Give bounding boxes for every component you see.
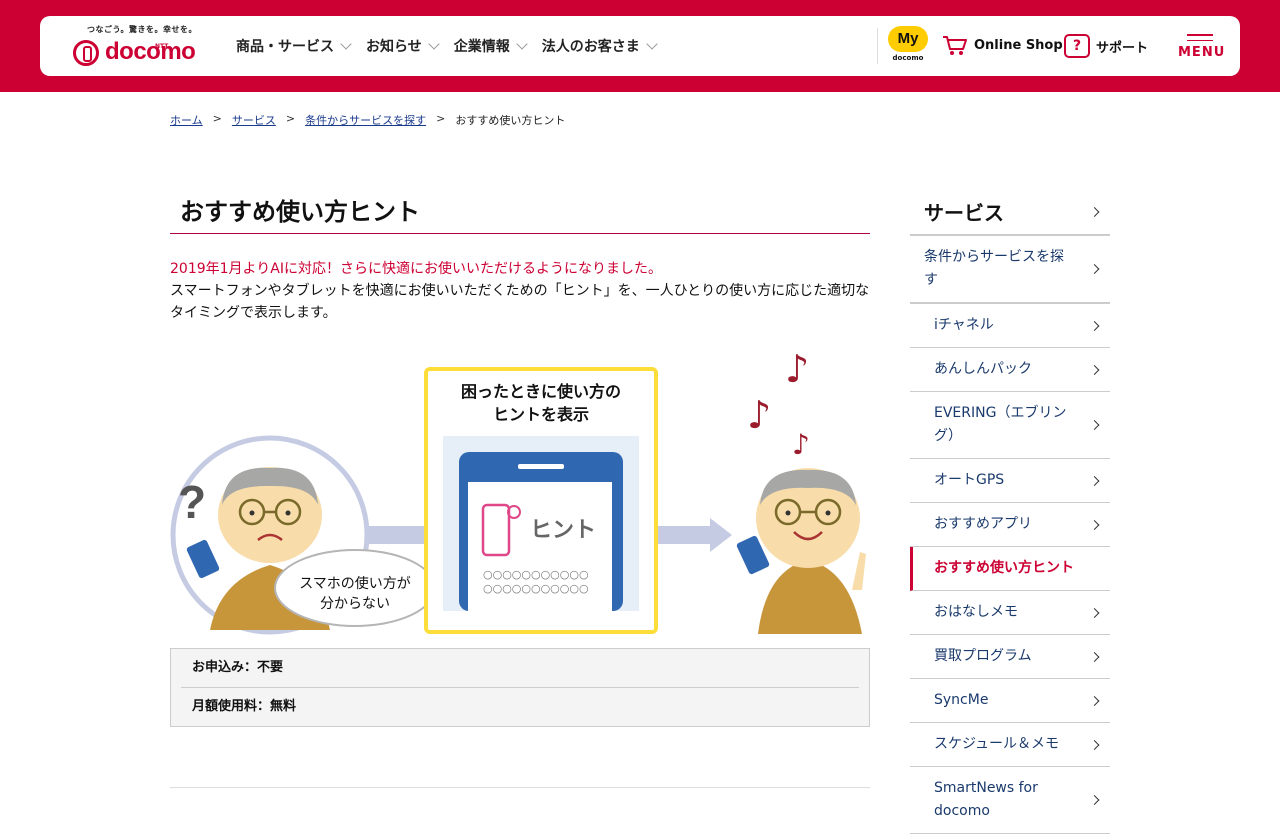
lead-text: 2019年1月よりAIに対応！さらに快適にお使いいただけるようになりました。 ス… <box>170 258 875 324</box>
sidebar-item-label: オートGPS <box>934 472 1005 488</box>
chevron-down-icon <box>516 38 528 50</box>
sidebar-item-label: おはなしメモ <box>934 604 1018 620</box>
nav-corporate[interactable]: 企業情報 <box>453 36 528 56</box>
menu-label: MENU <box>1178 45 1226 60</box>
chevron-down-icon <box>340 38 352 50</box>
docomo-mark-icon <box>73 40 99 66</box>
sidebar-item-recommended-apps[interactable]: おすすめアプリ <box>910 503 1110 547</box>
hint-dots-1: ○○○○○○○○○○○ <box>483 568 589 581</box>
breadcrumb-separator: > <box>285 112 296 125</box>
chevron-right-icon <box>1089 364 1100 375</box>
chevron-right-icon <box>1089 420 1100 430</box>
sidebar-item-ichannel[interactable]: iチャネル <box>910 304 1110 348</box>
sidebar-item-evering[interactable]: EVERING（エブリング） <box>910 392 1110 459</box>
header-divider <box>877 28 878 64</box>
nav-label: 企業情報 <box>453 39 510 55</box>
sidebar-item-syncme[interactable]: SyncMe <box>910 679 1110 723</box>
sidebar-item-label: 買取プログラム <box>934 648 1032 664</box>
nav-label: 法人のお客さま <box>541 39 640 55</box>
box-title-line-1: 困ったときに使い方の <box>461 382 621 401</box>
logo-wordmark: docomo <box>105 38 196 65</box>
chevron-right-icon <box>1089 651 1100 662</box>
lead-body: スマートフォンやタブレットを快適にお使いいただくための「ヒント」を、一人ひとりの… <box>170 283 870 321</box>
music-note-icon: ♪ <box>785 347 809 391</box>
chevron-right-icon <box>1089 519 1100 530</box>
chevron-right-icon <box>1089 475 1100 486</box>
chevron-down-icon <box>646 38 658 50</box>
hint-label: ヒント <box>530 518 596 543</box>
breadcrumb: ホーム > サービス > 条件からサービスを探す > おすすめ使い方ヒント <box>170 112 565 128</box>
speech-line-1: スマホの使い方が <box>299 575 411 592</box>
chevron-down-icon <box>428 38 440 50</box>
sidebar-item-label: EVERING（エブリング） <box>934 405 1067 444</box>
hint-illustration: ? スマホの使い方が 分からない 困ったときに使い方の ヒントを表示 ヒント ○… <box>170 347 866 635</box>
chevron-right-icon <box>1089 264 1100 274</box>
lead-highlight: 2019年1月よりAIに対応！さらに快適にお使いいただけるようになりました。 <box>170 261 662 277</box>
info-monthly-fee: 月額使用料：無料 <box>181 687 859 725</box>
support-label: サポート <box>1096 40 1149 56</box>
sidebar-item-label: おすすめアプリ <box>934 516 1032 532</box>
menu-button[interactable]: MENU <box>1178 34 1226 60</box>
sidebar-item-anshin-pack[interactable]: あんしんパック <box>910 348 1110 392</box>
breadcrumb-separator: > <box>212 112 222 125</box>
nav-news[interactable]: お知らせ <box>366 36 440 56</box>
sidebar-item-schedule-memo[interactable]: スケジュール＆メモ <box>910 723 1110 767</box>
breadcrumb-home[interactable]: ホーム <box>170 112 203 128</box>
chevron-right-icon <box>1089 795 1100 805</box>
chevron-right-icon <box>1089 695 1100 706</box>
speech-line-2: 分からない <box>320 596 390 612</box>
info-application: お申込み：不要 <box>192 660 284 675</box>
sidebar-item-label: 条件からサービスを探す <box>924 249 1064 288</box>
sidebar-item-label: あんしんパック <box>934 361 1032 377</box>
breadcrumb-service[interactable]: サービス <box>232 112 276 128</box>
chevron-right-icon <box>1089 607 1100 618</box>
nav-products[interactable]: 商品・サービス <box>236 36 352 56</box>
support-link[interactable]: ? サポート <box>1064 34 1148 58</box>
chevron-right-icon <box>1089 320 1100 331</box>
question-mark-icon: ? <box>178 476 206 528</box>
sidebar-item-parent[interactable]: 条件からサービスを探す <box>910 236 1110 304</box>
sidebar-nav: サービス 条件からサービスを探す iチャネル あんしんパック EVERING（エ… <box>910 190 1110 834</box>
nav-business[interactable]: 法人のお客さま <box>541 36 658 56</box>
breadcrumb-separator: > <box>436 112 446 125</box>
global-nav: 商品・サービス お知らせ 企業情報 法人のお客さま <box>236 36 672 56</box>
nav-label: 商品・サービス <box>236 39 334 55</box>
support-icon: ? <box>1064 34 1090 58</box>
cart-icon <box>943 36 967 55</box>
sidebar-item-label: iチャネル <box>934 317 994 333</box>
sidebar-item-smartnews[interactable]: SmartNews for docomo <box>910 767 1110 834</box>
content-divider <box>170 787 870 788</box>
music-note-icon: ♪ <box>792 428 810 461</box>
my-docomo-button[interactable]: My docomo <box>888 26 928 66</box>
info-box: お申込み：不要 月額使用料：無料 <box>170 648 870 727</box>
sidebar-item-label: スケジュール＆メモ <box>934 736 1060 752</box>
hamburger-icon <box>1178 34 1222 41</box>
sidebar-title[interactable]: サービス <box>910 190 1110 236</box>
box-title-line-2: ヒントを表示 <box>493 405 589 424</box>
music-note-icon: ♪ <box>747 393 771 437</box>
docomo-logo[interactable]: つなごう。驚きを。幸せを。 NTT docomo <box>73 24 243 72</box>
breadcrumb-search[interactable]: 条件からサービスを探す <box>305 112 426 128</box>
sidebar-item-label: おすすめ使い方ヒント <box>934 560 1074 576</box>
online-shop-label: Online Shop <box>974 37 1063 53</box>
hint-dots-2: ○○○○○○○○○○○ <box>483 582 589 595</box>
sidebar-item-usage-hints[interactable]: おすすめ使い方ヒント <box>910 547 1110 591</box>
online-shop-link[interactable]: Online Shop <box>942 34 1063 56</box>
nav-label: お知らせ <box>366 39 422 55</box>
sidebar-item-ohanashi-memo[interactable]: おはなしメモ <box>910 591 1110 635</box>
breadcrumb-current: おすすめ使い方ヒント <box>455 114 566 127</box>
global-header: つなごう。驚きを。幸せを。 NTT docomo 商品・サービス お知らせ 企業… <box>40 16 1240 76</box>
page-title: おすすめ使い方ヒント <box>170 192 870 234</box>
my-docomo-sub: docomo <box>892 54 924 62</box>
sidebar-item-label: SyncMe <box>934 692 989 708</box>
sidebar-item-auto-gps[interactable]: オートGPS <box>910 459 1110 503</box>
chevron-right-icon <box>1089 739 1100 750</box>
chevron-right-icon <box>1089 207 1100 217</box>
sidebar-title-label: サービス <box>924 201 1004 225</box>
sidebar-item-trade-in[interactable]: 買取プログラム <box>910 635 1110 679</box>
logo-tagline: つなごう。驚きを。幸せを。 <box>87 25 198 34</box>
my-docomo-icon: My <box>888 26 928 52</box>
